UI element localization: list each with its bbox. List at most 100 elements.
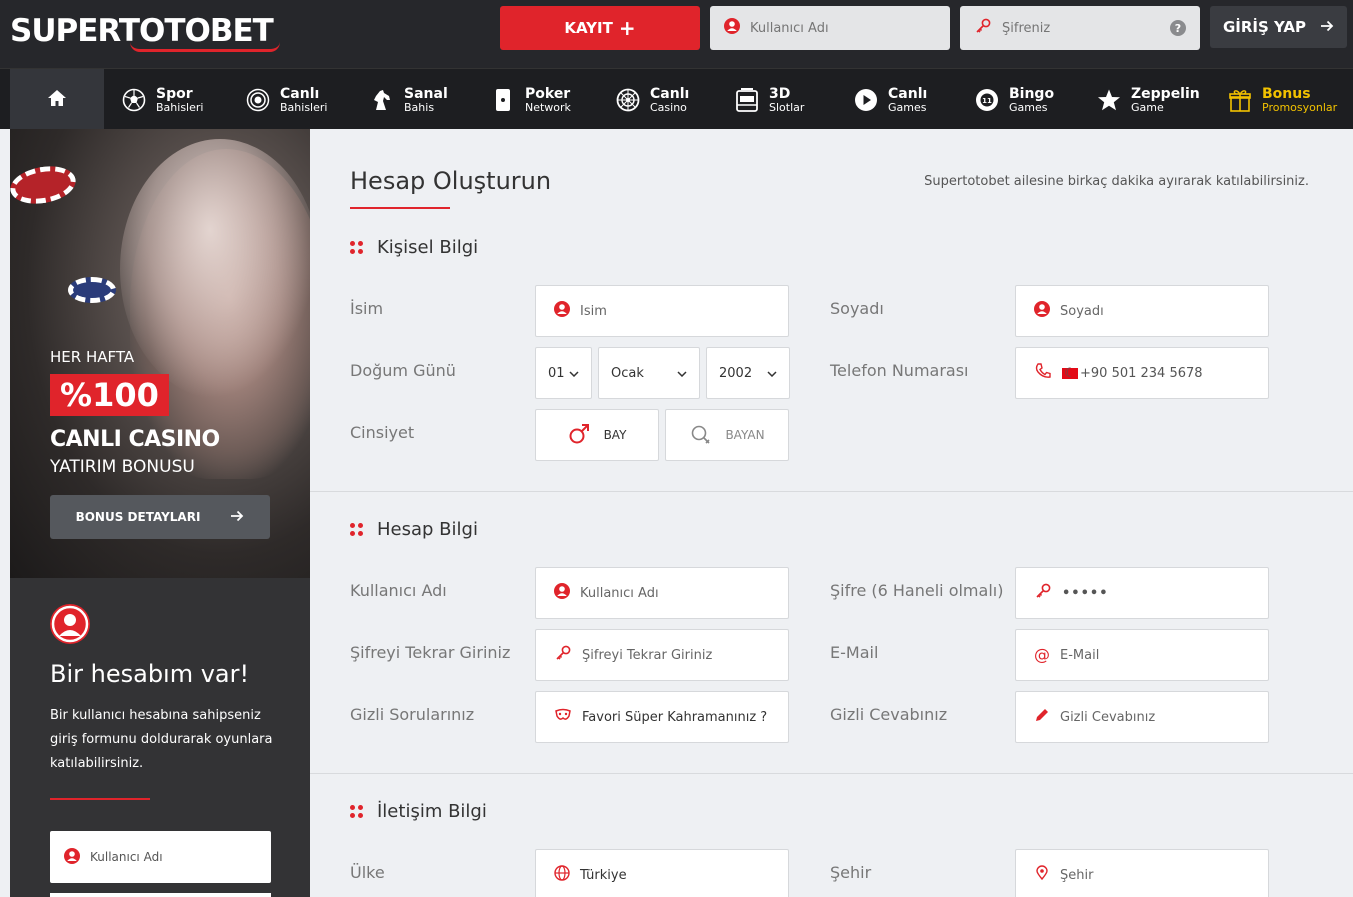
home-icon bbox=[47, 89, 67, 111]
gender-label: Cinsiyet bbox=[350, 423, 415, 442]
roulette-icon bbox=[616, 88, 640, 112]
male-label: BAY bbox=[603, 428, 627, 442]
name-placeholder: Isim bbox=[580, 303, 607, 319]
password-label: Şifre (6 Haneli olmalı) bbox=[830, 581, 1004, 600]
sidebar-password-field[interactable] bbox=[50, 893, 271, 897]
secret-answer-field[interactable]: Gizli Cevabınız bbox=[1015, 691, 1269, 743]
secret-answer-placeholder: Gizli Cevabınız bbox=[1060, 709, 1156, 725]
nav-title: 3D bbox=[769, 85, 791, 102]
existing-account-panel: Bir hesabım var! Bir kullanıcı hesabına … bbox=[10, 578, 310, 897]
secret-question-value: Favori Süper Kahramanınız ? bbox=[582, 709, 768, 725]
header-password-field[interactable]: ? bbox=[960, 6, 1200, 50]
promo-banner[interactable]: HER HAFTA %100 CANLI CASINO YATIRIM BONU… bbox=[10, 129, 310, 578]
secret-question-select[interactable]: Favori Süper Kahramanınız ? bbox=[535, 691, 789, 743]
promo-subtitle: YATIRIM BONUSU bbox=[50, 457, 195, 477]
section-divider bbox=[310, 773, 1353, 774]
chevron-down-icon bbox=[569, 366, 579, 381]
username-label: Kullanıcı Adı bbox=[350, 581, 447, 600]
repeat-password-label: Şifreyi Tekrar Giriniz bbox=[350, 643, 511, 662]
username-placeholder: Kullanıcı Adı bbox=[580, 585, 659, 601]
register-label: KAYIT bbox=[564, 19, 613, 37]
soccer-ball-icon bbox=[122, 88, 146, 112]
location-icon bbox=[1034, 865, 1050, 885]
key-icon bbox=[974, 17, 992, 39]
nav-item-sanal[interactable]: Sanal Bahis bbox=[370, 69, 448, 130]
play-icon bbox=[854, 88, 878, 112]
header-username-input[interactable] bbox=[750, 20, 910, 36]
promo-percent-badge: %100 bbox=[50, 374, 169, 416]
promo-hair-highlight bbox=[120, 139, 310, 399]
section-title-text: Hesap Bilgi bbox=[377, 519, 478, 540]
horse-icon bbox=[370, 88, 394, 112]
name-label: İsim bbox=[350, 299, 384, 318]
nav-item-3d-slot[interactable]: 3D Slotlar bbox=[735, 69, 804, 130]
bonus-details-label: BONUS DETAYLARI bbox=[75, 510, 201, 524]
card-icon bbox=[491, 88, 515, 112]
nav-title: Zeppelin bbox=[1131, 85, 1200, 102]
title-underline bbox=[350, 207, 450, 209]
dots-icon bbox=[350, 805, 363, 818]
pencil-icon bbox=[1034, 707, 1050, 727]
nav-sub: Game bbox=[1131, 100, 1164, 114]
promo-her-hafta: HER HAFTA bbox=[50, 348, 135, 366]
red-chip-image bbox=[10, 161, 79, 209]
header-password-input[interactable] bbox=[1002, 20, 1162, 36]
nav-home[interactable] bbox=[10, 69, 104, 130]
site-logo[interactable]: SUPERTOTO BET bbox=[10, 8, 280, 52]
header-username-field[interactable] bbox=[710, 6, 950, 50]
sidebar-username-field[interactable]: Kullanıcı Adı bbox=[50, 831, 271, 883]
city-field[interactable]: Şehir bbox=[1015, 849, 1269, 897]
nav-item-canli-bahis[interactable]: Canlı Bahisleri bbox=[246, 69, 327, 130]
nav-item-bonus[interactable]: Bonus Promosyonlar bbox=[1228, 69, 1337, 130]
gender-female-button[interactable]: BAYAN bbox=[665, 409, 789, 461]
svg-text:11: 11 bbox=[982, 97, 992, 105]
birth-month-select[interactable]: Ocak bbox=[598, 347, 700, 399]
bonus-details-button[interactable]: BONUS DETAYLARI bbox=[50, 495, 270, 539]
repeat-password-field[interactable]: Şifreyi Tekrar Giriniz bbox=[535, 629, 789, 681]
turkey-flag-icon: ☾ bbox=[1062, 366, 1078, 381]
nav-sub: Casino bbox=[650, 100, 687, 114]
email-placeholder: E-Mail bbox=[1060, 647, 1100, 663]
nav-sub: Games bbox=[888, 100, 927, 114]
email-field[interactable]: @ E-Mail bbox=[1015, 629, 1269, 681]
section-divider bbox=[310, 491, 1353, 492]
birth-month-value: Ocak bbox=[611, 365, 644, 381]
gender-male-button[interactable]: BAY bbox=[535, 409, 659, 461]
nav-title: Canlı bbox=[650, 85, 690, 102]
phone-field[interactable]: ☾ +90 501 234 5678 bbox=[1015, 347, 1269, 399]
surname-placeholder: Soyadı bbox=[1060, 303, 1104, 319]
register-button[interactable]: KAYIT + bbox=[500, 6, 700, 50]
nav-sub: Bahis bbox=[404, 100, 435, 114]
page-subtitle: Supertotobet ailesine birkaç dakika ayır… bbox=[924, 174, 1309, 189]
nav-item-zeppelin[interactable]: Zeppelin Game bbox=[1097, 69, 1200, 130]
help-icon[interactable]: ? bbox=[1170, 20, 1186, 36]
key-icon bbox=[554, 644, 572, 666]
nav-item-canli-games[interactable]: Canlı Games bbox=[854, 69, 927, 130]
section-title-text: Kişisel Bilgi bbox=[377, 237, 479, 258]
section-personal: Kişisel Bilgi bbox=[350, 237, 478, 258]
nav-title: Poker bbox=[525, 85, 571, 102]
avatar-icon bbox=[50, 604, 90, 644]
name-field[interactable]: Isim bbox=[535, 285, 789, 337]
main-nav: Spor Bahisleri Canlı Bahisleri Sanal Bahis … bbox=[0, 68, 1353, 130]
birth-day-select[interactable]: 01 bbox=[535, 347, 592, 399]
dots-icon bbox=[350, 241, 363, 254]
section-title-text: İletişim Bilgi bbox=[377, 801, 487, 822]
username-field[interactable]: Kullanıcı Adı bbox=[535, 567, 789, 619]
nav-item-poker[interactable]: Poker Network bbox=[491, 69, 571, 130]
login-label: GİRİŞ YAP bbox=[1222, 18, 1307, 36]
nav-title: Bingo bbox=[1009, 85, 1055, 102]
login-button[interactable]: GİRİŞ YAP bbox=[1210, 6, 1347, 48]
password-field[interactable]: ••••• bbox=[1015, 567, 1269, 619]
country-select[interactable]: Türkiye bbox=[535, 849, 789, 897]
blue-chip-image bbox=[68, 277, 116, 303]
nav-item-canli-casino[interactable]: Canlı Casino bbox=[616, 69, 689, 130]
nav-item-bingo[interactable]: 11 Bingo Games bbox=[975, 69, 1054, 130]
birth-year-select[interactable]: 2002 bbox=[706, 347, 790, 399]
surname-field[interactable]: Soyadı bbox=[1015, 285, 1269, 337]
nav-item-spor[interactable]: Spor Bahisleri bbox=[122, 69, 203, 130]
key-icon bbox=[1034, 582, 1052, 604]
mask-icon bbox=[554, 707, 572, 727]
register-form: Hesap Oluşturun Supertotobet ailesine bi… bbox=[310, 129, 1353, 897]
phone-value: +90 501 234 5678 bbox=[1080, 365, 1203, 381]
